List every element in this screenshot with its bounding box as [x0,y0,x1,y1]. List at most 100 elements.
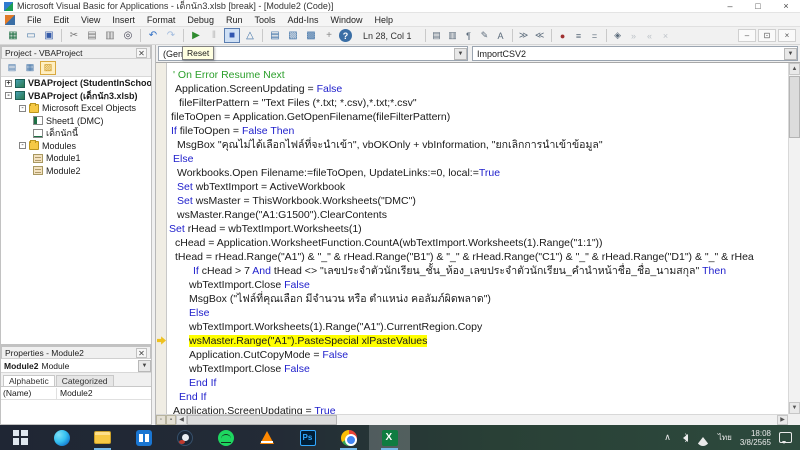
scroll-up-icon[interactable]: ▲ [789,63,800,75]
undo-button[interactable]: ↶ [145,28,161,43]
toggle-breakpoint-button[interactable]: ● [556,29,570,42]
code-line[interactable]: If fileToOpen = False Then [169,124,787,138]
code-line[interactable]: Set wbTextImport = ActiveWorkbook [169,180,787,194]
object-dropdown-arrow-icon[interactable]: ▼ [454,48,467,60]
code-line[interactable]: fileToOpen = Application.GetOpenFilename… [169,110,787,124]
tree-item[interactable]: -Modules [1,140,151,153]
volume-icon[interactable] [679,434,688,442]
quick-info-button[interactable]: ¶ [462,29,476,42]
window-maximize-button[interactable]: □ [744,1,772,11]
edge-taskbar-button[interactable] [41,425,82,450]
object-browser-button[interactable]: ▩ [303,28,319,43]
horizontal-scroll-thumb[interactable] [187,415,337,425]
toolbox-button[interactable]: + [321,28,337,43]
round-app-taskbar-button[interactable] [164,425,205,450]
menu-format[interactable]: Format [141,14,182,26]
code-line[interactable]: fileFilterPattern = "Text Files (*.txt; … [169,96,787,110]
menu-debug[interactable]: Debug [181,14,220,26]
action-center-icon[interactable] [779,432,792,443]
code-line[interactable]: wsMaster.Range("A1:G1500").ClearContents [169,208,787,222]
code-line[interactable]: tHead = rHead.Range("A1") & "_" & rHead.… [169,250,787,264]
menu-tools[interactable]: Tools [248,14,281,26]
code-line[interactable]: MsgBox "คุณไม่ได้เลือกไฟล์ที่จะนำเข้า", … [169,138,787,152]
tab-categorized[interactable]: Categorized [56,375,114,386]
run-button[interactable]: ▶ [188,28,204,43]
file-explorer-taskbar-button[interactable] [82,425,123,450]
properties-object-selector[interactable]: Module2 Module ▼ [1,359,151,373]
code-line[interactable]: End If [169,390,787,404]
complete-word-button[interactable]: A [494,29,508,42]
vertical-scrollbar[interactable]: ▲ ▼ [788,63,800,414]
code-line[interactable]: Application.ScreenUpdating = True [169,404,787,414]
code-line[interactable]: ' On Error Resume Next [169,68,787,82]
break-button[interactable]: ‖ [206,28,222,43]
window-close-button[interactable]: × [772,1,800,11]
procedure-view-button[interactable]: ▫ [156,415,166,425]
toggle-folders-button[interactable]: ▨ [40,61,56,75]
menu-run[interactable]: Run [220,14,249,26]
excel-taskbar-button[interactable] [369,425,410,450]
paste-button[interactable]: ▥ [102,28,118,43]
code-line[interactable]: Set rHead = wbTextImport.Worksheets(1) [169,222,787,236]
code-line[interactable]: End If [169,376,787,390]
project-panel-close-icon[interactable]: ✕ [136,48,147,58]
code-line[interactable]: wsMaster.Range("A1").PasteSpecial xlPast… [169,334,787,348]
code-line[interactable]: Workbooks.Open Filename:=fileToOpen, Upd… [169,166,787,180]
full-module-view-button[interactable]: ▪ [166,415,176,425]
vertical-scroll-thumb[interactable] [789,76,800,138]
indent-button[interactable]: ≫ [517,29,531,42]
code-line[interactable]: wbTextImport.Close False [169,362,787,376]
photoshop-taskbar-button[interactable] [287,425,328,450]
menu-addins[interactable]: Add-Ins [281,14,324,26]
code-line[interactable]: MsgBox ("ไฟล์ที่คุณเลือก มีจำนวน หรือ ตำ… [169,292,787,306]
code-window-restore-button[interactable]: ⊡ [758,29,776,42]
code-margin[interactable] [156,63,167,414]
procedure-dropdown[interactable]: ImportCSV2 ▼ [472,46,798,61]
vlc-taskbar-button[interactable] [246,425,287,450]
toggle-bookmark-button[interactable]: ◈ [611,29,625,42]
window-minimize-button[interactable]: – [716,1,744,11]
code-line[interactable]: Else [169,306,787,320]
properties-window-button[interactable]: ▧ [285,28,301,43]
next-bookmark-button[interactable]: » [627,29,641,42]
view-code-button[interactable]: ▤ [4,61,20,75]
code-line[interactable]: wbTextImport.Worksheets(1).Range("A1").C… [169,320,787,334]
tree-expander-icon[interactable]: - [5,92,12,99]
code-line[interactable]: Set wsMaster = ThisWorkbook.Worksheets("… [169,194,787,208]
menu-insert[interactable]: Insert [106,14,141,26]
code-window-close-button[interactable]: × [778,29,796,42]
view-microsoft-excel-button[interactable]: ▦ [5,28,21,43]
redo-button[interactable]: ↷ [163,28,179,43]
design-mode-button[interactable]: △ [242,28,258,43]
reset-button[interactable]: ■ [224,28,240,43]
outdent-button[interactable]: ≪ [533,29,547,42]
tree-expander-icon[interactable]: + [5,80,12,87]
tree-item[interactable]: Module2 [1,165,151,178]
start-taskbar-button[interactable] [0,425,41,450]
parameter-info-button[interactable]: ✎ [478,29,492,42]
network-icon[interactable] [696,430,710,446]
clock[interactable]: 18:08 3/8/2565 [740,429,771,447]
language-indicator[interactable]: ไทย [718,431,732,444]
code-line[interactable]: If cHead > 7 And tHead <> "เลขประจำตัวนั… [169,264,787,278]
tree-item[interactable]: Sheet1 (DMC) [1,115,151,128]
code-line[interactable]: wbTextImport.Close False [169,278,787,292]
code-editor[interactable]: ' On Error Resume NextApplication.Screen… [156,62,800,414]
tree-expander-icon[interactable]: - [19,142,26,149]
property-row[interactable]: (Name) Module2 [1,388,151,400]
code-lines[interactable]: ' On Error Resume NextApplication.Screen… [169,68,787,414]
project-explorer-button[interactable]: ▤ [267,28,283,43]
tree-item[interactable]: -Microsoft Excel Objects [1,102,151,115]
find-button[interactable]: ◎ [120,28,136,43]
menu-view[interactable]: View [75,14,106,26]
clear-bookmarks-button[interactable]: × [659,29,673,42]
menu-help[interactable]: Help [369,14,400,26]
microsoft-store-taskbar-button[interactable] [123,425,164,450]
hidden-icons-chevron-icon[interactable]: ∧ [664,432,671,443]
code-line[interactable]: Application.ScreenUpdating = False [169,82,787,96]
list-constants-button[interactable]: ▥ [446,29,460,42]
code-line[interactable]: cHead = Application.WorksheetFunction.Co… [169,236,787,250]
comment-block-button[interactable]: ≡ [572,29,586,42]
menu-file[interactable]: File [21,14,48,26]
previous-bookmark-button[interactable]: « [643,29,657,42]
